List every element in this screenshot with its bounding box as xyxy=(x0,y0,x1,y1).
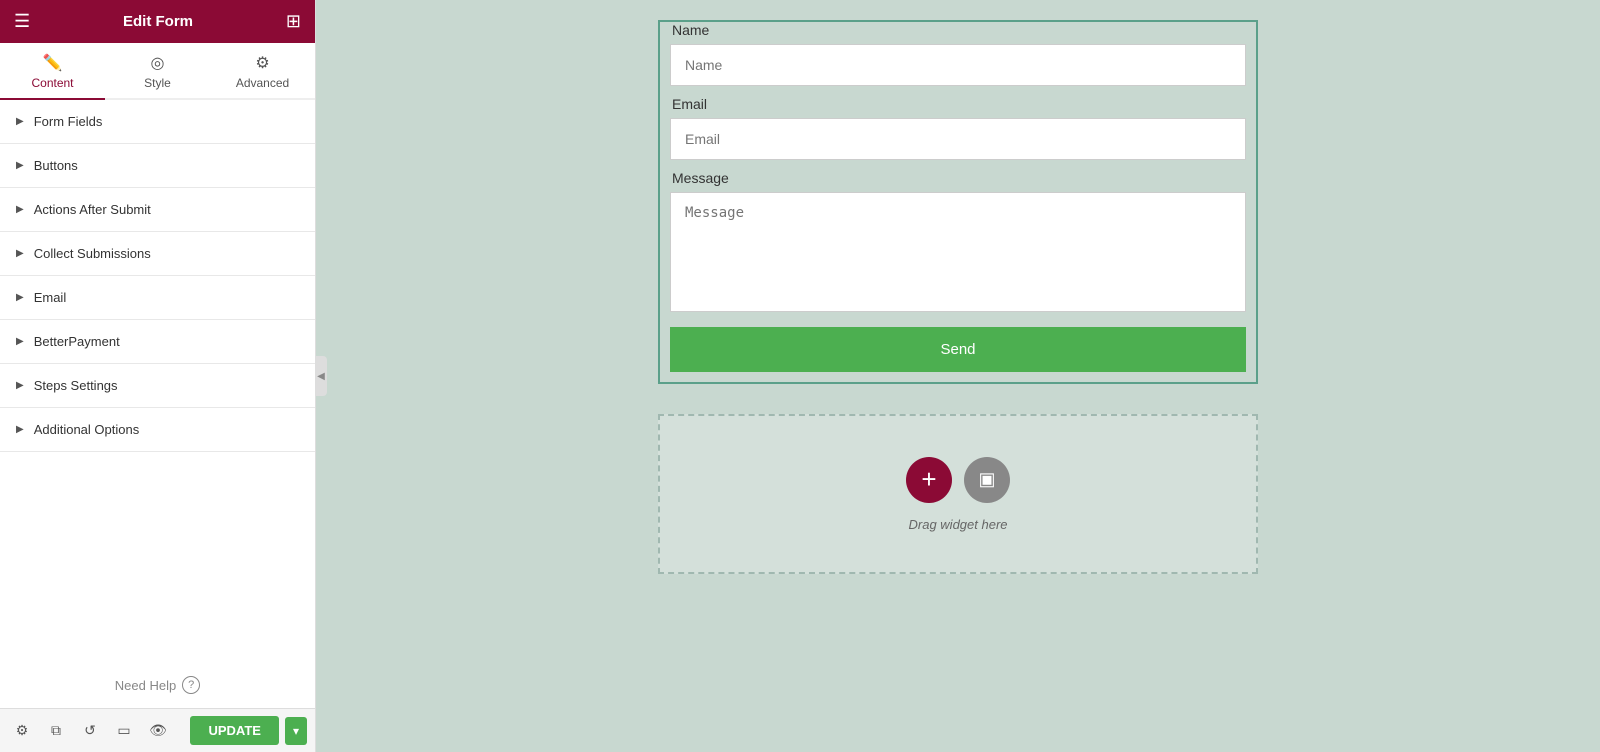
arrow-email: ▶ xyxy=(16,292,24,303)
accordion-actions-label: Actions After Submit xyxy=(34,202,151,217)
tab-advanced[interactable]: ⚙ Advanced xyxy=(210,43,315,100)
accordion-additional-header[interactable]: ▶ Additional Options xyxy=(0,408,315,451)
drag-actions: + ▣ xyxy=(906,457,1010,503)
tabs-row: ✏️ Content ◎ Style ⚙ Advanced xyxy=(0,43,315,100)
accordion-email-header[interactable]: ▶ Email xyxy=(0,276,315,319)
eye-icon-btn[interactable]: 👁 xyxy=(144,717,172,745)
add-widget-button[interactable]: + xyxy=(906,457,952,503)
name-input[interactable] xyxy=(670,44,1246,86)
name-field-group: Name xyxy=(660,22,1256,96)
help-icon[interactable]: ? xyxy=(182,676,200,694)
accordion: ▶ Form Fields ▶ Buttons ▶ Actions After … xyxy=(0,100,315,662)
grid-icon[interactable]: ⊞ xyxy=(286,11,301,32)
accordion-better-payment-label: BetterPayment xyxy=(34,334,120,349)
form-widget: Name Email Message Send xyxy=(658,20,1258,384)
accordion-additional-label: Additional Options xyxy=(34,422,140,437)
arrow-steps: ▶ xyxy=(16,380,24,391)
update-button[interactable]: UPDATE xyxy=(190,716,278,745)
arrow-additional: ▶ xyxy=(16,424,24,435)
arrow-actions: ▶ xyxy=(16,204,24,215)
content-tab-icon: ✏️ xyxy=(43,53,63,73)
responsive-icon-btn[interactable]: ▭ xyxy=(110,717,138,745)
accordion-better-payment: ▶ BetterPayment xyxy=(0,320,315,364)
tab-style[interactable]: ◎ Style xyxy=(105,43,210,100)
tab-style-label: Style xyxy=(144,76,171,90)
widget-type-button[interactable]: ▣ xyxy=(964,457,1010,503)
accordion-buttons-header[interactable]: ▶ Buttons xyxy=(0,144,315,187)
tab-content-label: Content xyxy=(31,76,73,90)
accordion-better-payment-header[interactable]: ▶ BetterPayment xyxy=(0,320,315,363)
accordion-collect-submissions: ▶ Collect Submissions xyxy=(0,232,315,276)
name-label: Name xyxy=(670,22,1246,38)
message-field-group: Message xyxy=(660,170,1256,327)
main-area: Name Email Message Send + ▣ Drag widget … xyxy=(316,0,1600,752)
panel-title: Edit Form xyxy=(123,13,193,30)
email-input[interactable] xyxy=(670,118,1246,160)
arrow-form-fields: ▶ xyxy=(16,116,24,127)
left-panel: ☰ Edit Form ⊞ ✏️ Content ◎ Style ⚙ Advan… xyxy=(0,0,316,752)
need-help-label: Need Help xyxy=(115,678,176,693)
accordion-buttons: ▶ Buttons xyxy=(0,144,315,188)
accordion-form-fields: ▶ Form Fields xyxy=(0,100,315,144)
need-help-section: Need Help ? xyxy=(0,662,315,708)
style-tab-icon: ◎ xyxy=(151,53,165,73)
send-button[interactable]: Send xyxy=(670,327,1246,372)
accordion-form-fields-header[interactable]: ▶ Form Fields xyxy=(0,100,315,143)
accordion-steps-header[interactable]: ▶ Steps Settings xyxy=(0,364,315,407)
history-icon-btn[interactable]: ↺ xyxy=(76,717,104,745)
email-field-group: Email xyxy=(660,96,1256,170)
arrow-better-payment: ▶ xyxy=(16,336,24,347)
accordion-steps-label: Steps Settings xyxy=(34,378,118,393)
accordion-actions-header[interactable]: ▶ Actions After Submit xyxy=(0,188,315,231)
advanced-tab-icon: ⚙ xyxy=(255,53,269,73)
tab-advanced-label: Advanced xyxy=(236,76,289,90)
drag-widget-label: Drag widget here xyxy=(909,517,1008,532)
tab-content[interactable]: ✏️ Content xyxy=(0,43,105,100)
accordion-form-fields-label: Form Fields xyxy=(34,114,103,129)
accordion-collect-label: Collect Submissions xyxy=(34,246,151,261)
email-label: Email xyxy=(670,96,1246,112)
panel-header: ☰ Edit Form ⊞ xyxy=(0,0,315,43)
message-textarea[interactable] xyxy=(670,192,1246,312)
arrow-buttons: ▶ xyxy=(16,160,24,171)
collapse-handle[interactable]: ◀ xyxy=(315,356,327,396)
update-dropdown-button[interactable]: ▾ xyxy=(285,717,307,745)
accordion-email: ▶ Email xyxy=(0,276,315,320)
drag-widget-area: + ▣ Drag widget here xyxy=(658,414,1258,574)
accordion-steps-settings: ▶ Steps Settings xyxy=(0,364,315,408)
accordion-additional-options: ▶ Additional Options xyxy=(0,408,315,452)
accordion-collect-header[interactable]: ▶ Collect Submissions xyxy=(0,232,315,275)
menu-icon[interactable]: ☰ xyxy=(14,11,30,32)
arrow-collect: ▶ xyxy=(16,248,24,259)
accordion-buttons-label: Buttons xyxy=(34,158,78,173)
message-label: Message xyxy=(670,170,1246,186)
bottom-toolbar: ⚙ ⧉ ↺ ▭ 👁 UPDATE ▾ xyxy=(0,708,315,752)
accordion-email-label: Email xyxy=(34,290,67,305)
layers-icon-btn[interactable]: ⧉ xyxy=(42,717,70,745)
accordion-actions-after-submit: ▶ Actions After Submit xyxy=(0,188,315,232)
settings-icon-btn[interactable]: ⚙ xyxy=(8,717,36,745)
